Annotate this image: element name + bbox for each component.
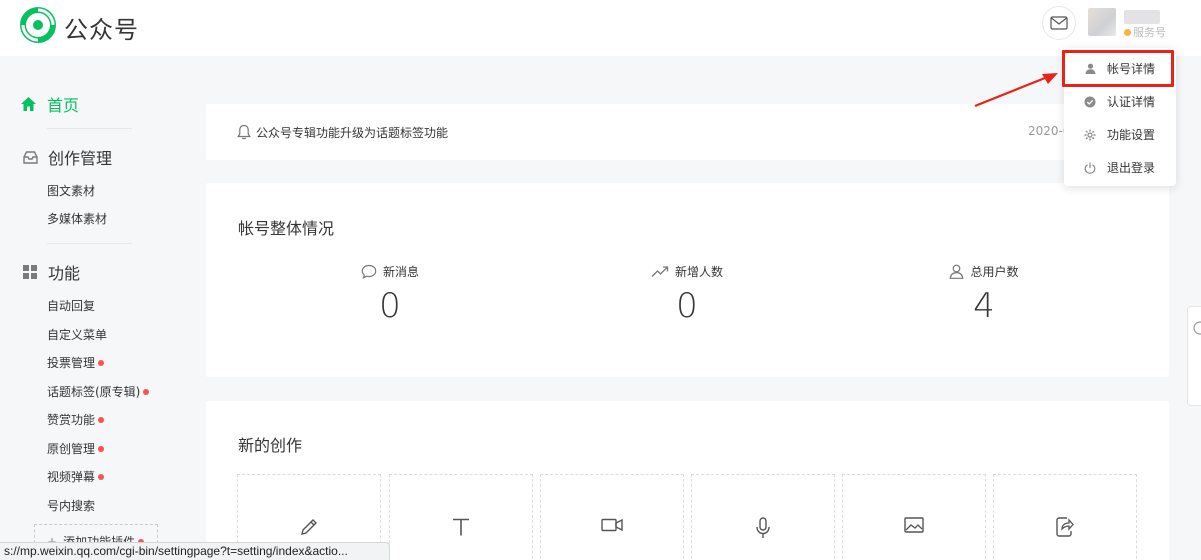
sidebar-item-label: 自动回复 [47, 299, 96, 313]
gear-icon [1084, 129, 1096, 141]
new-badge [98, 446, 105, 452]
sidebar-section-features[interactable]: 功能 [22, 260, 80, 284]
annotation-highlight-box [1062, 50, 1174, 87]
sidebar-item-custom-menu[interactable]: 自定义菜单 [47, 326, 107, 343]
sidebar-item-label: 视频弹幕 [47, 470, 96, 484]
sidebar-item-news-material[interactable]: 图文素材 [47, 182, 95, 199]
user-icon [949, 264, 964, 279]
stat-label: 总用户数 [914, 263, 1054, 280]
image-icon [904, 517, 924, 533]
stat-total-users[interactable]: 总用户数 4 [914, 263, 1054, 326]
trend-up-icon [651, 266, 669, 277]
share-icon [1056, 517, 1074, 537]
sidebar-item-label: 号内搜索 [47, 499, 96, 513]
new-badge [143, 389, 150, 395]
sidebar-divider [47, 128, 132, 129]
stat-label-text: 总用户数 [970, 265, 1019, 279]
sidebar-item-original[interactable]: 原创管理 [47, 440, 105, 457]
create-audio-tile[interactable] [691, 474, 835, 560]
microphone-icon [756, 517, 770, 538]
mail-icon [1050, 16, 1068, 30]
chat-bubble-icon [361, 264, 377, 279]
create-repost-tile[interactable] [993, 474, 1137, 560]
stat-value: 0 [676, 286, 698, 326]
sidebar-section-creation[interactable]: 创作管理 [22, 145, 112, 169]
pencil-icon [301, 519, 317, 535]
menu-item-label: 认证详情 [1107, 95, 1156, 109]
menu-item-logout[interactable]: 退出登录 [1064, 151, 1176, 184]
video-icon [601, 518, 623, 532]
stat-label: 新消息 [320, 263, 460, 280]
sidebar-item-auto-reply[interactable]: 自动回复 [47, 297, 95, 314]
sidebar-item-home-label: 首页 [47, 96, 80, 115]
sidebar-section-creation-label: 创作管理 [48, 149, 113, 168]
sidebar-item-topic-tags[interactable]: 话题标签(原专辑) [47, 383, 150, 400]
annotation-arrow-icon [974, 73, 1058, 108]
avatar[interactable] [1088, 8, 1116, 36]
text-icon [453, 518, 469, 536]
new-creation-card: 新的创作 [206, 401, 1169, 560]
menu-item-label: 退出登录 [1107, 161, 1156, 175]
account-type-text: 服务号 [1133, 26, 1166, 39]
grid-icon [22, 264, 38, 280]
sidebar-item-label: 投票管理 [47, 356, 96, 370]
floating-help-tab[interactable] [1187, 306, 1201, 406]
sidebar-item-label: 原创管理 [47, 442, 96, 456]
stat-value: 0 [379, 286, 401, 326]
menu-item-feature-settings[interactable]: 功能设置 [1064, 118, 1176, 151]
stat-new-followers[interactable]: 新增人数 0 [617, 263, 757, 326]
message-button[interactable] [1042, 6, 1076, 40]
brand-title[interactable]: 公众号 [64, 10, 139, 45]
power-icon [1084, 162, 1096, 174]
sidebar-item-home[interactable]: 首页 [20, 92, 79, 116]
stat-value: 4 [973, 286, 995, 326]
sidebar-item-media-material[interactable]: 多媒体素材 [47, 210, 107, 227]
new-badge [98, 474, 105, 480]
sidebar-item-label: 赞赏功能 [47, 413, 96, 427]
menu-item-verification-details[interactable]: 认证详情 [1064, 85, 1176, 118]
overview-title: 帐号整体情况 [238, 219, 335, 238]
wechat-mp-logo-icon[interactable] [20, 7, 56, 43]
notice-card: 公众号专辑功能升级为话题标签功能 2020-0 [206, 104, 1169, 160]
sidebar-item-vote[interactable]: 投票管理 [47, 354, 105, 371]
create-image-tile[interactable] [842, 474, 986, 560]
inbox-icon [22, 149, 38, 165]
sidebar-section-features-label: 功能 [48, 264, 81, 283]
account-type-label: 服务号 [1124, 24, 1166, 40]
account-type-icon [1124, 29, 1131, 36]
stat-label-text: 新消息 [382, 265, 419, 279]
new-badge [98, 360, 105, 366]
sidebar-item-label: 话题标签(原专辑) [47, 385, 141, 399]
sidebar-item-search[interactable]: 号内搜索 [47, 497, 95, 514]
sidebar-item-appreciation[interactable]: 赞赏功能 [47, 411, 105, 428]
status-bar-url: s://mp.weixin.qq.com/cgi-bin/settingpage… [0, 542, 390, 560]
new-badge [98, 417, 105, 423]
stat-new-messages[interactable]: 新消息 0 [320, 263, 460, 326]
menu-item-label: 功能设置 [1107, 128, 1156, 142]
stat-label-text: 新增人数 [674, 265, 723, 279]
sidebar-divider [47, 243, 132, 244]
home-icon [21, 97, 36, 111]
notice-text[interactable]: 公众号专辑功能升级为话题标签功能 [256, 124, 448, 141]
top-bar: 公众号 服务号 [0, 0, 1201, 56]
create-video-tile[interactable] [540, 474, 684, 560]
create-text-tile[interactable] [389, 474, 533, 560]
stat-label: 新增人数 [617, 263, 757, 280]
account-name-blurred[interactable] [1124, 10, 1160, 24]
sidebar-item-label: 自定义菜单 [47, 328, 108, 342]
account-overview-card: 帐号整体情况 新消息 0 新增人数 0 总用户数 4 [206, 183, 1169, 377]
create-title: 新的创作 [238, 436, 303, 455]
sidebar-item-video-danmaku[interactable]: 视频弹幕 [47, 468, 105, 485]
verified-icon [1084, 96, 1096, 108]
bell-icon [237, 124, 251, 140]
help-icon [1193, 321, 1201, 335]
